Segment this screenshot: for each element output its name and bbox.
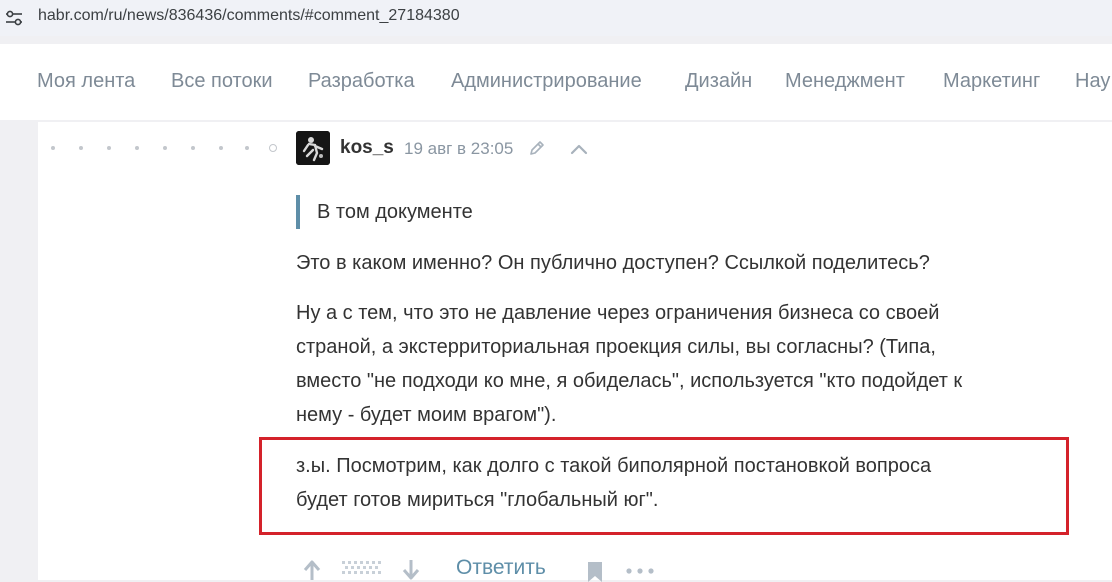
- browser-address-bar[interactable]: habr.com/ru/news/836436/comments/#commen…: [0, 0, 1112, 36]
- pencil-icon[interactable]: [527, 138, 547, 158]
- nav-item-all-streams[interactable]: Все потоки: [171, 70, 273, 93]
- rating-placeholder-icon: [342, 561, 381, 574]
- comment-line: нему - будет моим врагом").: [296, 404, 557, 426]
- thread-depth-indicator: [51, 144, 281, 153]
- thread-dot: [163, 146, 167, 150]
- comment-author[interactable]: kos_s: [340, 137, 394, 159]
- nav-item-administration[interactable]: Администрирование: [451, 70, 642, 93]
- arrow-down-icon[interactable]: [400, 558, 422, 582]
- comment-line: страной, а экстерриториальная проекция с…: [296, 336, 936, 358]
- tune-icon[interactable]: [4, 9, 24, 27]
- nav-item-management[interactable]: Менеджмент: [785, 70, 905, 93]
- avatar[interactable]: [296, 131, 330, 165]
- thread-dot: [191, 146, 195, 150]
- thread-current-ring: [269, 144, 277, 152]
- nav-item-development[interactable]: Разработка: [308, 70, 415, 93]
- thread-dot: [245, 146, 249, 150]
- reply-button[interactable]: Ответить: [456, 556, 546, 580]
- arrow-up-icon[interactable]: [301, 558, 323, 582]
- thread-dot: [135, 146, 139, 150]
- hubs-nav: Моя лента Все потоки Разработка Админист…: [0, 44, 1112, 120]
- comment-line: вместо "не подходи ко мне, я обиделась",…: [296, 370, 963, 392]
- nav-item-design[interactable]: Дизайн: [685, 70, 752, 93]
- highlight-annotation-box: [259, 437, 1069, 535]
- url-text[interactable]: habr.com/ru/news/836436/comments/#commen…: [38, 7, 460, 25]
- comment-line: Это в каком именно? Он публично доступен…: [296, 252, 930, 274]
- comment-paragraph: Ну а с тем, что это не давление через ог…: [296, 296, 962, 432]
- more-options-icon[interactable]: [625, 566, 655, 576]
- thread-dot: [51, 146, 55, 150]
- thread-dot: [219, 146, 223, 150]
- comment-paragraph: Это в каком именно? Он публично доступен…: [296, 246, 930, 280]
- comment-timestamp[interactable]: 19 авг в 23:05: [404, 139, 513, 159]
- thread-dot: [79, 146, 83, 150]
- thread-dot: [107, 146, 111, 150]
- comment-quote: В том документе: [296, 195, 473, 229]
- bookmark-icon[interactable]: [584, 560, 606, 582]
- comment-line: Ну а с тем, что это не давление через ог…: [296, 302, 940, 324]
- nav-item-science[interactable]: Нау: [1075, 70, 1110, 93]
- nav-item-my-feed[interactable]: Моя лента: [37, 70, 135, 93]
- nav-item-marketing[interactable]: Маркетинг: [943, 70, 1040, 93]
- chevron-up-icon[interactable]: [568, 140, 590, 158]
